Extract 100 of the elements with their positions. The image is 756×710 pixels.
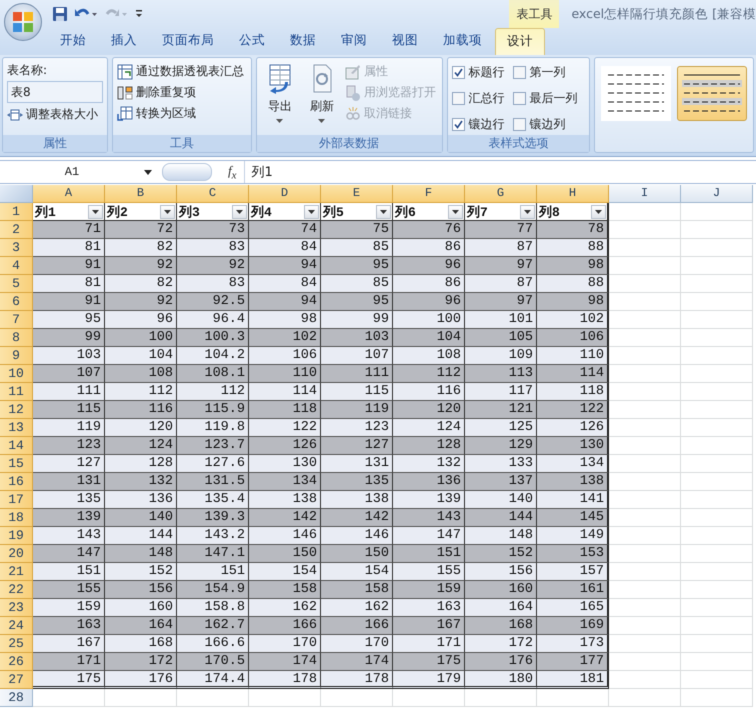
row-header[interactable]: 27 bbox=[0, 671, 33, 689]
column-header[interactable]: E bbox=[321, 185, 393, 203]
table-cell: 152 bbox=[465, 545, 537, 563]
row-header[interactable]: 24 bbox=[0, 617, 33, 635]
row-header[interactable]: 14 bbox=[0, 437, 33, 455]
row-header[interactable]: 5 bbox=[0, 275, 33, 293]
ribbon-tab[interactable]: 插入 bbox=[99, 27, 149, 55]
row-header[interactable]: 15 bbox=[0, 455, 33, 473]
table-cell: 151 bbox=[393, 545, 465, 563]
row-header[interactable]: 28 bbox=[0, 689, 33, 707]
filter-dropdown-button[interactable] bbox=[232, 204, 247, 218]
empty-cell bbox=[393, 689, 465, 707]
ribbon-tab[interactable]: 设计 bbox=[495, 28, 545, 55]
row-header[interactable]: 18 bbox=[0, 509, 33, 527]
filter-dropdown-button[interactable] bbox=[520, 204, 535, 218]
row-header[interactable]: 7 bbox=[0, 311, 33, 329]
row-header[interactable]: 1 bbox=[0, 203, 33, 221]
row-header[interactable]: 20 bbox=[0, 545, 33, 563]
filter-dropdown-button[interactable] bbox=[160, 204, 175, 218]
row-header[interactable]: 6 bbox=[0, 293, 33, 311]
column-header[interactable]: I bbox=[609, 185, 681, 203]
row-header[interactable]: 21 bbox=[0, 563, 33, 581]
ribbon-tab[interactable]: 页面布局 bbox=[150, 27, 226, 55]
resize-table-button[interactable]: 调整表格大小 bbox=[7, 105, 104, 124]
checkbox-option[interactable]: 标题行 bbox=[452, 62, 504, 84]
row-header[interactable]: 9 bbox=[0, 347, 33, 365]
office-button[interactable] bbox=[4, 3, 42, 41]
filter-dropdown-button[interactable] bbox=[448, 204, 463, 218]
table-style-thumbnail[interactable] bbox=[601, 66, 672, 121]
row-header[interactable]: 11 bbox=[0, 383, 33, 401]
row-header[interactable]: 26 bbox=[0, 653, 33, 671]
checkbox-option[interactable]: 最后一列 bbox=[512, 88, 578, 110]
table-cell: 119 bbox=[33, 419, 105, 437]
table-cell: 131 bbox=[33, 473, 105, 491]
checkbox-option[interactable]: 镶边行 bbox=[452, 113, 504, 135]
splitter-handle[interactable] bbox=[162, 163, 212, 181]
column-header[interactable]: H bbox=[537, 185, 609, 203]
table-cell: 154 bbox=[249, 563, 321, 581]
table-cell: 109 bbox=[465, 347, 537, 365]
checkbox[interactable] bbox=[512, 92, 526, 105]
tool-button[interactable]: 转换为区域 bbox=[117, 104, 247, 123]
table-cell: 143 bbox=[393, 509, 465, 527]
row-header[interactable]: 16 bbox=[0, 473, 33, 491]
ribbon-tab[interactable]: 公式 bbox=[227, 27, 277, 55]
table-style-thumbnail[interactable] bbox=[677, 66, 748, 121]
checkbox[interactable] bbox=[452, 118, 464, 131]
table-name-field[interactable]: 表8 bbox=[7, 81, 103, 103]
row-header[interactable]: 23 bbox=[0, 599, 33, 617]
filter-dropdown-button[interactable] bbox=[591, 204, 606, 218]
table-cell: 108.1 bbox=[177, 365, 249, 383]
table-cell: 104 bbox=[393, 329, 465, 347]
row-header[interactable]: 2 bbox=[0, 221, 33, 239]
name-box[interactable]: A1 bbox=[0, 161, 156, 183]
ribbon-tab[interactable]: 审阅 bbox=[329, 27, 379, 55]
table-cell: 138 bbox=[321, 491, 393, 509]
table-cell: 171 bbox=[33, 653, 105, 671]
ribbon-tab[interactable]: 数据 bbox=[278, 27, 328, 55]
empty-cell bbox=[681, 689, 753, 707]
insert-function-button[interactable]: f$_{x}$ bbox=[220, 162, 244, 182]
checkbox[interactable] bbox=[512, 66, 526, 80]
row-header[interactable]: 3 bbox=[0, 239, 33, 257]
checkbox[interactable] bbox=[452, 92, 464, 105]
formula-field[interactable]: 列1 bbox=[244, 161, 756, 183]
checkbox-option[interactable]: 镶边列 bbox=[512, 113, 578, 135]
checkbox[interactable] bbox=[512, 118, 526, 131]
filter-dropdown-button[interactable] bbox=[376, 204, 391, 218]
checkbox-option[interactable]: 第一列 bbox=[512, 62, 578, 84]
checkbox[interactable] bbox=[452, 66, 464, 80]
column-header[interactable]: C bbox=[177, 185, 249, 203]
table-cell: 150 bbox=[249, 545, 321, 563]
row-header[interactable]: 12 bbox=[0, 401, 33, 419]
save-icon[interactable] bbox=[52, 6, 68, 22]
tool-button[interactable]: 删除重复项 bbox=[117, 83, 247, 102]
table-cell: 84 bbox=[249, 275, 321, 293]
ribbon-tab[interactable]: 视图 bbox=[380, 27, 430, 55]
ribbon-tab[interactable]: 加载项 bbox=[431, 27, 494, 55]
column-header[interactable]: J bbox=[681, 185, 753, 203]
row-header[interactable]: 22 bbox=[0, 581, 33, 599]
column-header[interactable]: D bbox=[249, 185, 321, 203]
column-header[interactable]: F bbox=[393, 185, 465, 203]
row-header[interactable]: 13 bbox=[0, 419, 33, 437]
filter-dropdown-button[interactable] bbox=[304, 204, 319, 218]
tool-button[interactable]: 通过数据透视表汇总 bbox=[117, 62, 247, 81]
checkbox-option[interactable]: 汇总行 bbox=[452, 88, 504, 110]
filter-dropdown-button[interactable] bbox=[88, 204, 103, 218]
row-header[interactable]: 17 bbox=[0, 491, 33, 509]
column-header[interactable]: A bbox=[33, 185, 105, 203]
large-ribbon-button[interactable]: 导出 bbox=[260, 62, 299, 135]
column-title: 列1 bbox=[35, 204, 56, 220]
ribbon-tab[interactable]: 开始 bbox=[48, 27, 98, 55]
row-header[interactable]: 10 bbox=[0, 365, 33, 383]
empty-cell bbox=[609, 689, 681, 707]
large-ribbon-button[interactable]: 刷新 bbox=[302, 62, 341, 135]
column-header[interactable]: G bbox=[465, 185, 537, 203]
table-cell: 100 bbox=[393, 311, 465, 329]
row-header[interactable]: 8 bbox=[0, 329, 33, 347]
row-header[interactable]: 19 bbox=[0, 527, 33, 545]
row-header[interactable]: 25 bbox=[0, 635, 33, 653]
row-header[interactable]: 4 bbox=[0, 257, 33, 275]
column-header[interactable]: B bbox=[105, 185, 177, 203]
